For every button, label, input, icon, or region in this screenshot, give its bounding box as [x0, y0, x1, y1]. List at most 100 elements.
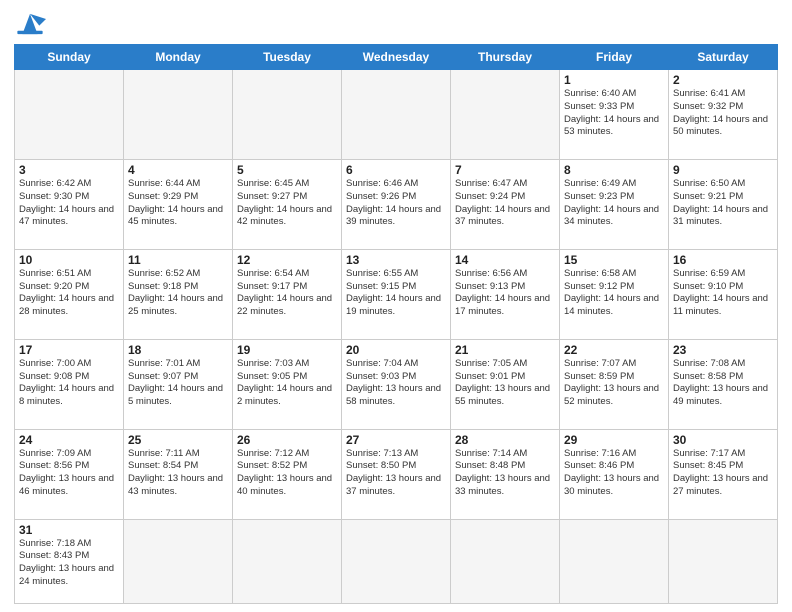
day-info: Sunrise: 7:05 AM Sunset: 9:01 PM Dayligh…	[455, 358, 555, 409]
day-number: 31	[19, 523, 119, 537]
calendar-cell: 3Sunrise: 6:42 AM Sunset: 9:30 PM Daylig…	[15, 159, 124, 249]
day-number: 29	[564, 433, 664, 447]
calendar-week-row: 24Sunrise: 7:09 AM Sunset: 8:56 PM Dayli…	[15, 429, 778, 519]
day-number: 19	[237, 343, 337, 357]
day-info: Sunrise: 6:54 AM Sunset: 9:17 PM Dayligh…	[237, 268, 337, 319]
day-number: 26	[237, 433, 337, 447]
day-number: 30	[673, 433, 773, 447]
calendar-cell: 4Sunrise: 6:44 AM Sunset: 9:29 PM Daylig…	[124, 159, 233, 249]
calendar-cell	[669, 519, 778, 603]
calendar-cell: 8Sunrise: 6:49 AM Sunset: 9:23 PM Daylig…	[560, 159, 669, 249]
day-info: Sunrise: 7:03 AM Sunset: 9:05 PM Dayligh…	[237, 358, 337, 409]
day-number: 14	[455, 253, 555, 267]
weekday-header-sunday: Sunday	[15, 45, 124, 70]
day-info: Sunrise: 7:12 AM Sunset: 8:52 PM Dayligh…	[237, 448, 337, 499]
header	[14, 10, 778, 38]
day-number: 17	[19, 343, 119, 357]
day-number: 16	[673, 253, 773, 267]
calendar-cell: 20Sunrise: 7:04 AM Sunset: 9:03 PM Dayli…	[342, 339, 451, 429]
day-number: 23	[673, 343, 773, 357]
calendar-cell	[342, 519, 451, 603]
day-info: Sunrise: 7:13 AM Sunset: 8:50 PM Dayligh…	[346, 448, 446, 499]
calendar-cell: 12Sunrise: 6:54 AM Sunset: 9:17 PM Dayli…	[233, 249, 342, 339]
calendar-cell	[560, 519, 669, 603]
calendar-cell: 9Sunrise: 6:50 AM Sunset: 9:21 PM Daylig…	[669, 159, 778, 249]
day-info: Sunrise: 7:18 AM Sunset: 8:43 PM Dayligh…	[19, 538, 119, 589]
day-number: 22	[564, 343, 664, 357]
day-info: Sunrise: 7:11 AM Sunset: 8:54 PM Dayligh…	[128, 448, 228, 499]
calendar: SundayMondayTuesdayWednesdayThursdayFrid…	[14, 44, 778, 604]
day-info: Sunrise: 6:42 AM Sunset: 9:30 PM Dayligh…	[19, 178, 119, 229]
logo-icon	[14, 10, 46, 38]
weekday-header-friday: Friday	[560, 45, 669, 70]
calendar-cell: 15Sunrise: 6:58 AM Sunset: 9:12 PM Dayli…	[560, 249, 669, 339]
calendar-cell	[451, 519, 560, 603]
calendar-cell: 23Sunrise: 7:08 AM Sunset: 8:58 PM Dayli…	[669, 339, 778, 429]
day-number: 15	[564, 253, 664, 267]
day-info: Sunrise: 6:41 AM Sunset: 9:32 PM Dayligh…	[673, 88, 773, 139]
calendar-cell: 30Sunrise: 7:17 AM Sunset: 8:45 PM Dayli…	[669, 429, 778, 519]
calendar-cell: 7Sunrise: 6:47 AM Sunset: 9:24 PM Daylig…	[451, 159, 560, 249]
day-number: 20	[346, 343, 446, 357]
day-info: Sunrise: 7:08 AM Sunset: 8:58 PM Dayligh…	[673, 358, 773, 409]
day-number: 13	[346, 253, 446, 267]
day-number: 25	[128, 433, 228, 447]
day-info: Sunrise: 6:44 AM Sunset: 9:29 PM Dayligh…	[128, 178, 228, 229]
day-number: 3	[19, 163, 119, 177]
calendar-cell: 18Sunrise: 7:01 AM Sunset: 9:07 PM Dayli…	[124, 339, 233, 429]
day-number: 11	[128, 253, 228, 267]
calendar-cell: 27Sunrise: 7:13 AM Sunset: 8:50 PM Dayli…	[342, 429, 451, 519]
day-info: Sunrise: 6:50 AM Sunset: 9:21 PM Dayligh…	[673, 178, 773, 229]
weekday-header-monday: Monday	[124, 45, 233, 70]
day-info: Sunrise: 7:01 AM Sunset: 9:07 PM Dayligh…	[128, 358, 228, 409]
calendar-cell: 22Sunrise: 7:07 AM Sunset: 8:59 PM Dayli…	[560, 339, 669, 429]
day-info: Sunrise: 7:07 AM Sunset: 8:59 PM Dayligh…	[564, 358, 664, 409]
day-info: Sunrise: 6:40 AM Sunset: 9:33 PM Dayligh…	[564, 88, 664, 139]
day-number: 7	[455, 163, 555, 177]
day-info: Sunrise: 6:58 AM Sunset: 9:12 PM Dayligh…	[564, 268, 664, 319]
calendar-cell: 10Sunrise: 6:51 AM Sunset: 9:20 PM Dayli…	[15, 249, 124, 339]
day-info: Sunrise: 6:56 AM Sunset: 9:13 PM Dayligh…	[455, 268, 555, 319]
calendar-cell: 14Sunrise: 6:56 AM Sunset: 9:13 PM Dayli…	[451, 249, 560, 339]
day-number: 2	[673, 73, 773, 87]
calendar-cell: 28Sunrise: 7:14 AM Sunset: 8:48 PM Dayli…	[451, 429, 560, 519]
calendar-cell: 2Sunrise: 6:41 AM Sunset: 9:32 PM Daylig…	[669, 70, 778, 160]
day-info: Sunrise: 6:51 AM Sunset: 9:20 PM Dayligh…	[19, 268, 119, 319]
day-number: 21	[455, 343, 555, 357]
calendar-cell: 19Sunrise: 7:03 AM Sunset: 9:05 PM Dayli…	[233, 339, 342, 429]
day-number: 5	[237, 163, 337, 177]
calendar-cell: 1Sunrise: 6:40 AM Sunset: 9:33 PM Daylig…	[560, 70, 669, 160]
calendar-cell: 31Sunrise: 7:18 AM Sunset: 8:43 PM Dayli…	[15, 519, 124, 603]
day-info: Sunrise: 7:17 AM Sunset: 8:45 PM Dayligh…	[673, 448, 773, 499]
calendar-cell: 26Sunrise: 7:12 AM Sunset: 8:52 PM Dayli…	[233, 429, 342, 519]
calendar-week-row: 1Sunrise: 6:40 AM Sunset: 9:33 PM Daylig…	[15, 70, 778, 160]
calendar-week-row: 10Sunrise: 6:51 AM Sunset: 9:20 PM Dayli…	[15, 249, 778, 339]
calendar-cell: 17Sunrise: 7:00 AM Sunset: 9:08 PM Dayli…	[15, 339, 124, 429]
weekday-header-thursday: Thursday	[451, 45, 560, 70]
weekday-header-row: SundayMondayTuesdayWednesdayThursdayFrid…	[15, 45, 778, 70]
day-number: 9	[673, 163, 773, 177]
page: SundayMondayTuesdayWednesdayThursdayFrid…	[0, 0, 792, 612]
logo	[14, 10, 50, 38]
calendar-week-row: 3Sunrise: 6:42 AM Sunset: 9:30 PM Daylig…	[15, 159, 778, 249]
day-info: Sunrise: 7:00 AM Sunset: 9:08 PM Dayligh…	[19, 358, 119, 409]
weekday-header-saturday: Saturday	[669, 45, 778, 70]
day-info: Sunrise: 6:52 AM Sunset: 9:18 PM Dayligh…	[128, 268, 228, 319]
day-info: Sunrise: 7:09 AM Sunset: 8:56 PM Dayligh…	[19, 448, 119, 499]
day-number: 4	[128, 163, 228, 177]
calendar-cell: 6Sunrise: 6:46 AM Sunset: 9:26 PM Daylig…	[342, 159, 451, 249]
day-info: Sunrise: 6:46 AM Sunset: 9:26 PM Dayligh…	[346, 178, 446, 229]
day-number: 18	[128, 343, 228, 357]
day-number: 10	[19, 253, 119, 267]
day-info: Sunrise: 6:49 AM Sunset: 9:23 PM Dayligh…	[564, 178, 664, 229]
day-number: 27	[346, 433, 446, 447]
day-info: Sunrise: 7:16 AM Sunset: 8:46 PM Dayligh…	[564, 448, 664, 499]
calendar-cell: 16Sunrise: 6:59 AM Sunset: 9:10 PM Dayli…	[669, 249, 778, 339]
calendar-week-row: 31Sunrise: 7:18 AM Sunset: 8:43 PM Dayli…	[15, 519, 778, 603]
calendar-cell	[451, 70, 560, 160]
calendar-cell	[233, 519, 342, 603]
weekday-header-tuesday: Tuesday	[233, 45, 342, 70]
day-info: Sunrise: 6:45 AM Sunset: 9:27 PM Dayligh…	[237, 178, 337, 229]
day-number: 28	[455, 433, 555, 447]
calendar-cell	[124, 519, 233, 603]
